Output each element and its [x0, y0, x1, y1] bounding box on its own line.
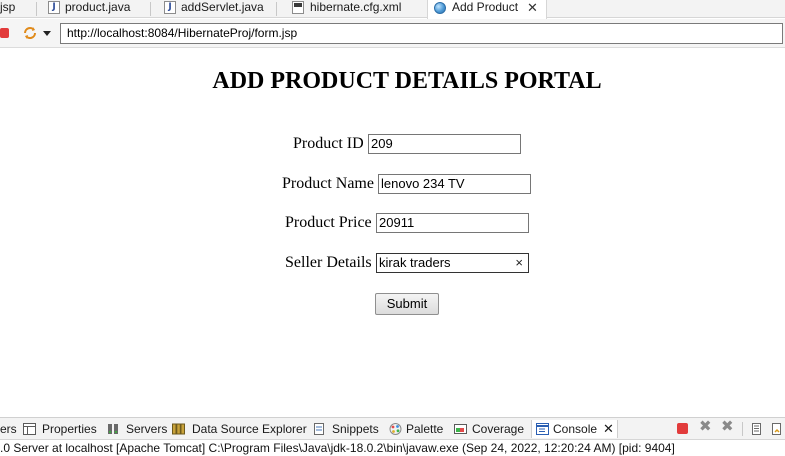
tab-label: Console — [553, 422, 598, 436]
url-input[interactable]: http://localhost:8084/HibernateProj/form… — [60, 23, 783, 44]
tab-label: Palette — [406, 422, 444, 436]
tab-label: addServlet.java — [181, 0, 264, 14]
terminate-icon[interactable] — [677, 423, 688, 434]
tab-label: jsp — [0, 0, 16, 14]
tab-label: Servers — [126, 422, 168, 436]
tab-label: Data Source Explorer — [192, 422, 307, 436]
seller-details-input[interactable]: kirak traders × — [376, 253, 529, 273]
console-icon — [536, 423, 549, 435]
coverage-icon — [454, 424, 467, 434]
tab-label: ers — [0, 422, 17, 436]
snippets-icon — [314, 423, 324, 435]
web-page: ADD PRODUCT DETAILS PORTAL Product ID 20… — [0, 48, 785, 408]
refresh-icon[interactable] — [22, 25, 38, 41]
tab-divider — [276, 2, 277, 16]
product-price-input[interactable]: 20911 — [376, 213, 529, 233]
product-name-input[interactable]: lenovo 234 TV — [378, 174, 531, 194]
product-name-label: Product Name — [282, 175, 374, 192]
java-file-icon: J — [48, 1, 60, 14]
tab-markers[interactable]: ers — [0, 420, 17, 438]
tab-console[interactable]: Console ✕ — [531, 420, 618, 438]
close-icon[interactable]: ✕ — [527, 0, 538, 15]
editor-tab-bar: jsp J product.java J addServlet.java hib… — [0, 0, 785, 19]
tab-add-product[interactable]: Add Product ✕ — [427, 0, 547, 19]
remove-all-icon[interactable]: ✖ — [721, 419, 734, 434]
stop-icon[interactable] — [0, 28, 9, 38]
seller-details-value: kirak traders — [379, 255, 451, 270]
clear-console-icon[interactable] — [751, 423, 763, 435]
toolbar-divider — [742, 422, 743, 436]
console-status-line: .0 Server at localhost [Apache Tomcat] C… — [0, 439, 785, 456]
globe-icon — [434, 2, 446, 14]
xml-file-icon — [292, 1, 304, 14]
servers-icon — [108, 424, 118, 434]
remove-launch-icon[interactable]: ✖ — [699, 419, 712, 434]
tab-jsp[interactable]: jsp — [0, 0, 15, 18]
tab-divider — [36, 2, 37, 16]
product-price-label: Product Price — [285, 214, 372, 231]
tab-label: Snippets — [332, 422, 379, 436]
browser-toolbar: http://localhost:8084/HibernateProj/form… — [0, 19, 785, 48]
palette-icon — [389, 423, 402, 435]
properties-icon — [23, 423, 36, 435]
tab-label: Properties — [42, 422, 97, 436]
chevron-down-icon[interactable] — [43, 31, 51, 36]
scroll-lock-icon[interactable] — [771, 423, 783, 435]
tab-label: Add Product — [452, 0, 519, 14]
tab-label: product.java — [65, 0, 131, 14]
tab-label: hibernate.cfg.xml — [310, 0, 402, 14]
submit-button[interactable]: Submit — [375, 293, 439, 315]
clear-icon[interactable]: × — [515, 254, 523, 272]
eclipse-window: jsp J product.java J addServlet.java hib… — [0, 0, 785, 456]
close-icon[interactable]: ✕ — [603, 420, 614, 438]
seller-details-label: Seller Details — [285, 254, 372, 271]
java-file-icon: J — [164, 1, 176, 14]
product-id-input[interactable]: 209 — [368, 134, 521, 154]
page-title: ADD PRODUCT DETAILS PORTAL — [212, 68, 602, 94]
tab-label: Coverage — [472, 422, 525, 436]
tab-divider — [150, 2, 151, 16]
product-id-label: Product ID — [293, 135, 364, 152]
views-tab-bar: ers Properties Servers Data Source Explo… — [0, 417, 785, 439]
data-source-icon — [172, 423, 185, 435]
